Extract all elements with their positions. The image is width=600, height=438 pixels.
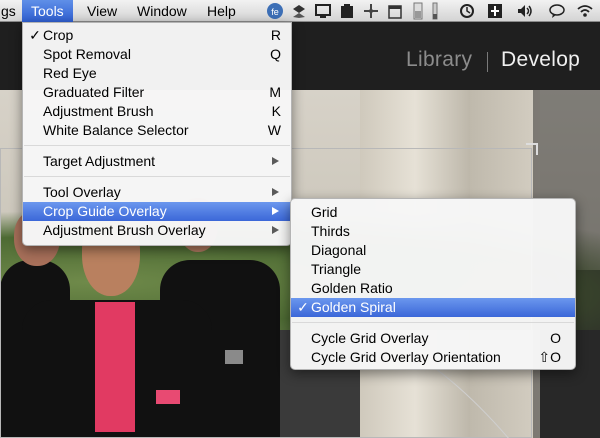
menu-window[interactable]: Window bbox=[128, 0, 196, 22]
wifi-indicator-icon[interactable] bbox=[426, 2, 444, 20]
menu-item-adjustment-brush-overlay[interactable]: Adjustment Brush Overlay bbox=[23, 221, 291, 240]
menu-item-shortcut: M bbox=[269, 84, 281, 100]
menu-item-label: Diagonal bbox=[311, 242, 367, 258]
menu-item-golden-ratio[interactable]: Golden Ratio bbox=[291, 279, 575, 298]
menu-item-label: Crop Guide Overlay bbox=[43, 203, 167, 219]
memory-meter-icon[interactable] bbox=[409, 2, 427, 20]
menu-item-golden-spiral[interactable]: ✓ Golden Spiral bbox=[291, 298, 575, 317]
time-machine-icon[interactable] bbox=[458, 2, 476, 20]
menu-separator bbox=[292, 322, 574, 323]
module-separator bbox=[487, 52, 488, 72]
menu-item-label: Graduated Filter bbox=[43, 84, 145, 100]
menu-item-target-adjustment[interactable]: Target Adjustment bbox=[23, 152, 291, 171]
menu-item-label: Adjustment Brush Overlay bbox=[43, 222, 206, 238]
crop-guide-overlay-submenu: Grid Thirds Diagonal Triangle Golden Rat… bbox=[290, 198, 576, 370]
menu-item-label: Target Adjustment bbox=[43, 153, 156, 169]
module-library[interactable]: Library bbox=[406, 48, 472, 72]
menu-item-shortcut: ⇧O bbox=[538, 349, 561, 365]
menu-separator bbox=[24, 176, 290, 177]
volume-icon[interactable] bbox=[516, 2, 534, 20]
menu-item-shortcut: O bbox=[550, 330, 561, 346]
menu-label: Help bbox=[207, 3, 236, 19]
menu-item-label: Grid bbox=[311, 204, 338, 220]
screen-icon[interactable] bbox=[314, 2, 332, 20]
menu-item-graduated-filter[interactable]: Graduated Filter M bbox=[23, 83, 291, 102]
menu-item-label: Thirds bbox=[311, 223, 350, 239]
submenu-arrow-icon bbox=[272, 188, 279, 196]
checkmark-icon: ✓ bbox=[29, 27, 41, 43]
menu-item-white-balance-selector[interactable]: White Balance Selector W bbox=[23, 121, 291, 140]
menu-item-shortcut: Q bbox=[270, 46, 281, 62]
svg-text:fe: fe bbox=[271, 7, 279, 17]
menu-label: Window bbox=[137, 3, 187, 19]
menu-item-label: Adjustment Brush bbox=[43, 103, 154, 119]
menu-separator bbox=[24, 145, 290, 146]
menu-item-cycle-grid-overlay[interactable]: Cycle Grid Overlay O bbox=[291, 329, 575, 348]
menu-item-label: Cycle Grid Overlay Orientation bbox=[311, 349, 501, 365]
menu-item-diagonal[interactable]: Diagonal bbox=[291, 241, 575, 260]
menu-item-label: Tool Overlay bbox=[43, 184, 121, 200]
menu-label: gs bbox=[1, 3, 16, 19]
menu-item-label: Red Eye bbox=[43, 65, 97, 81]
module-develop[interactable]: Develop bbox=[501, 48, 580, 72]
menu-item-shortcut: W bbox=[267, 122, 281, 138]
menu-item-label: Triangle bbox=[311, 261, 362, 277]
menu-help[interactable]: Help bbox=[198, 0, 245, 22]
menu-item-label: White Balance Selector bbox=[43, 122, 189, 138]
menu-item-crop[interactable]: ✓ Crop R bbox=[23, 26, 291, 45]
menu-item-label: Crop bbox=[43, 27, 74, 43]
submenu-arrow-icon bbox=[272, 226, 279, 234]
menu-item-adjustment-brush[interactable]: Adjustment Brush K bbox=[23, 102, 291, 121]
menu-item-grid[interactable]: Grid bbox=[291, 203, 575, 222]
menu-label: View bbox=[87, 3, 118, 19]
menu-item-shortcut: R bbox=[270, 27, 281, 43]
move-icon[interactable] bbox=[362, 2, 380, 20]
menu-item-label: Golden Ratio bbox=[311, 280, 393, 296]
app-badge-icon[interactable]: fe bbox=[266, 2, 284, 20]
menu-item-crop-guide-overlay[interactable]: Crop Guide Overlay bbox=[23, 202, 291, 221]
menu-item-label: Spot Removal bbox=[43, 46, 131, 62]
crop-handle[interactable] bbox=[526, 143, 538, 155]
submenu-arrow-icon bbox=[272, 207, 279, 215]
menu-item-spot-removal[interactable]: Spot Removal Q bbox=[23, 45, 291, 64]
menu-item-label: Golden Spiral bbox=[311, 299, 396, 315]
tools-menu: ✓ Crop R Spot Removal Q Red Eye Graduate… bbox=[22, 22, 292, 246]
calendar-icon[interactable] bbox=[386, 2, 404, 20]
menu-extra-icon[interactable] bbox=[486, 2, 504, 20]
checkmark-icon: ✓ bbox=[297, 299, 309, 315]
menu-item-triangle[interactable]: Triangle bbox=[291, 260, 575, 279]
menu-item-cycle-grid-overlay-orientation[interactable]: Cycle Grid Overlay Orientation ⇧O bbox=[291, 348, 575, 367]
menu-item-label: Cycle Grid Overlay bbox=[311, 330, 429, 346]
menu-item-red-eye[interactable]: Red Eye bbox=[23, 64, 291, 83]
menu-tools[interactable]: Tools bbox=[22, 0, 73, 22]
menu-view[interactable]: View bbox=[78, 0, 126, 22]
clipboard-icon[interactable] bbox=[338, 2, 356, 20]
menu-item-thirds[interactable]: Thirds bbox=[291, 222, 575, 241]
dropbox-icon[interactable] bbox=[290, 2, 308, 20]
menu-label: Tools bbox=[31, 3, 64, 19]
wifi-icon[interactable] bbox=[576, 2, 594, 20]
menu-item-shortcut: K bbox=[271, 103, 281, 119]
submenu-arrow-icon bbox=[272, 157, 279, 165]
menu-item-tool-overlay[interactable]: Tool Overlay bbox=[23, 183, 291, 202]
menu-bar: gs Tools View Window Help fe bbox=[0, 0, 600, 22]
speech-icon[interactable] bbox=[548, 2, 566, 20]
